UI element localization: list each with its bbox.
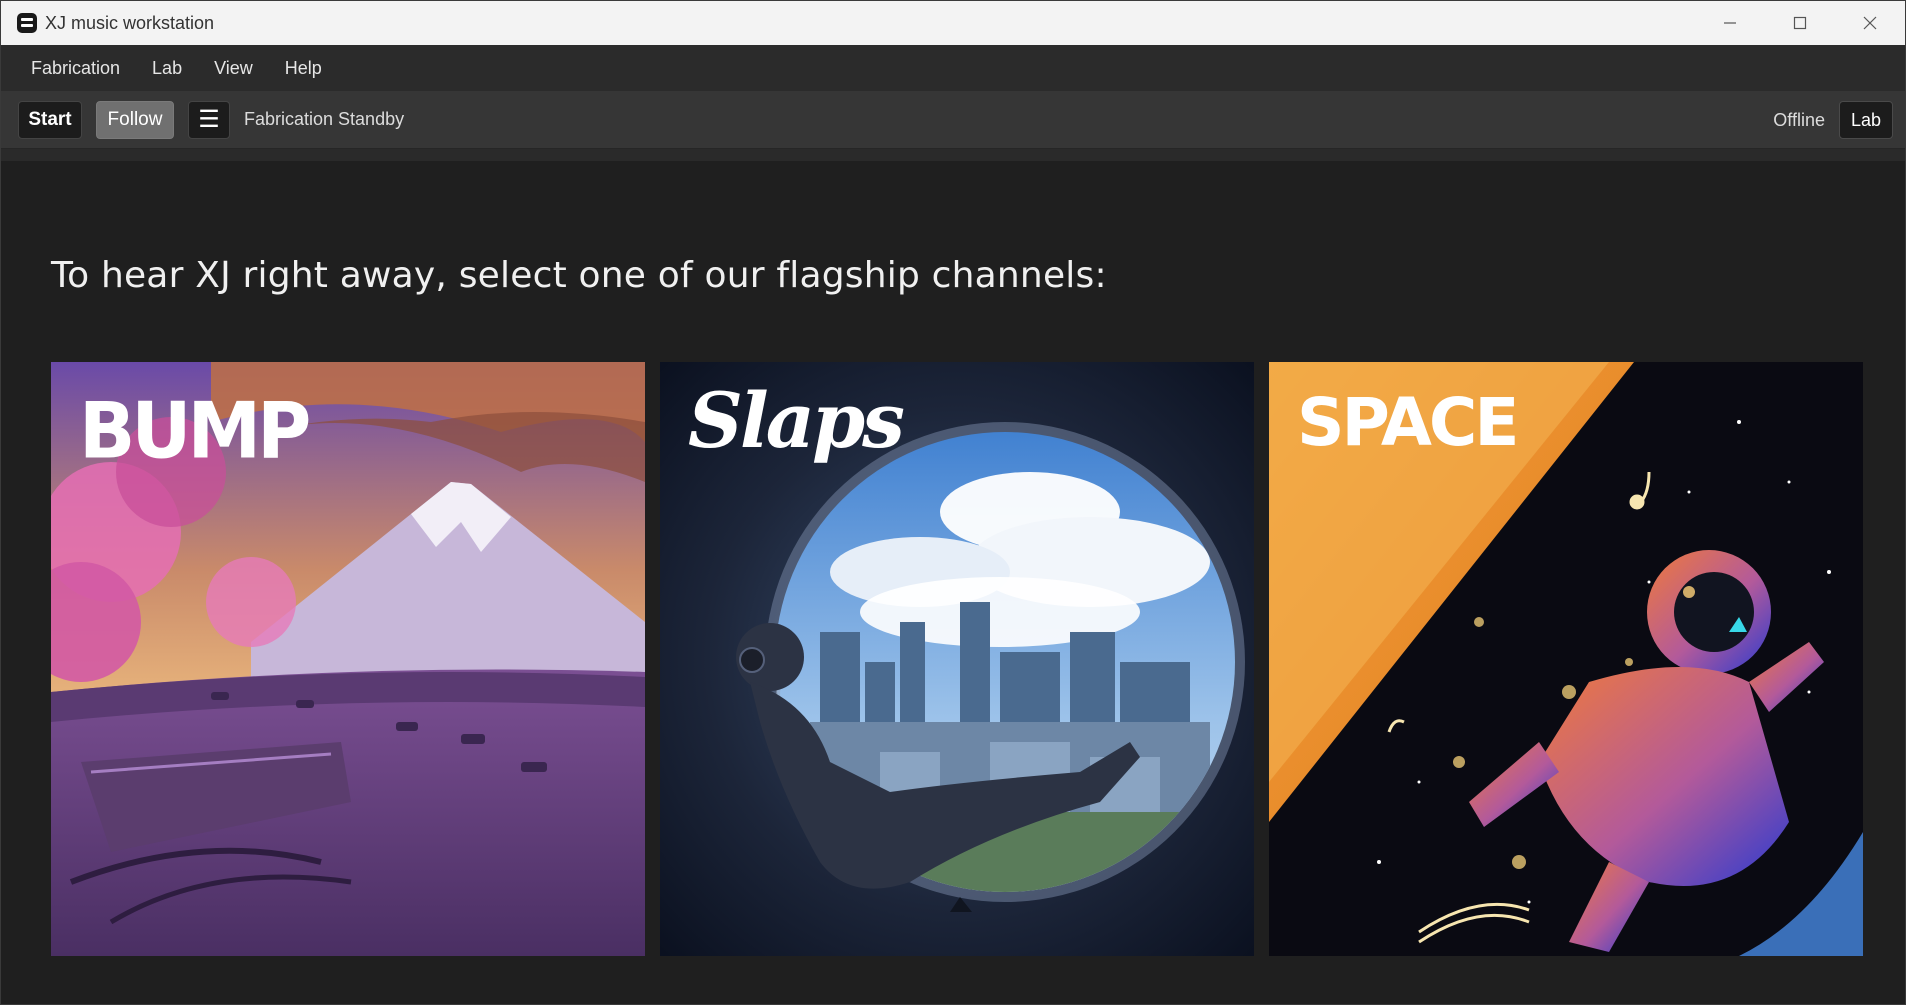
maximize-icon (1793, 16, 1807, 30)
app-logo-icon (17, 13, 37, 33)
minimize-icon (1724, 22, 1736, 24)
window-title: XJ music workstation (45, 12, 215, 33)
toolbar: Start Follow ☰ Fabrication Standby Offli… (1, 91, 1905, 149)
title-bar[interactable]: XJ music workstation (1, 1, 1905, 45)
hamburger-menu-button[interactable]: ☰ (188, 100, 230, 139)
app-window: XJ music workstation Fabrication Lab Vie… (0, 0, 1906, 1005)
toolbar-separator (1, 149, 1905, 161)
channel-card-slaps[interactable]: Slaps (660, 362, 1254, 956)
channel-logo-slaps: Slaps (688, 376, 905, 465)
page-headline: To hear XJ right away, select one of our… (51, 255, 1107, 296)
menu-fabrication[interactable]: Fabrication (15, 45, 136, 91)
close-icon (1863, 16, 1877, 30)
maximize-button[interactable] (1765, 1, 1835, 45)
hamburger-icon: ☰ (198, 106, 220, 133)
lab-button[interactable]: Lab (1839, 101, 1893, 139)
fabrication-status: Fabrication Standby (244, 109, 405, 129)
window-controls (1695, 1, 1905, 45)
minimize-button[interactable] (1695, 1, 1765, 45)
channel-card-space[interactable]: SPACE (1269, 362, 1863, 956)
start-button[interactable]: Start (18, 100, 82, 139)
channel-logo-space: SPACE (1297, 384, 1519, 461)
menu-view[interactable]: View (198, 45, 269, 91)
menu-help[interactable]: Help (269, 45, 338, 91)
follow-button[interactable]: Follow (96, 100, 174, 139)
channel-cards: BUMP Slaps SPACE (51, 362, 1863, 956)
menu-lab[interactable]: Lab (136, 45, 198, 91)
channel-card-bump[interactable]: BUMP (51, 362, 645, 956)
channel-logo-bump: BUMP (79, 385, 311, 477)
toolbar-right: Offline Lab (1773, 101, 1893, 139)
connection-status: Offline (1773, 109, 1825, 130)
menu-bar: Fabrication Lab View Help (1, 45, 1905, 91)
close-button[interactable] (1835, 1, 1905, 45)
